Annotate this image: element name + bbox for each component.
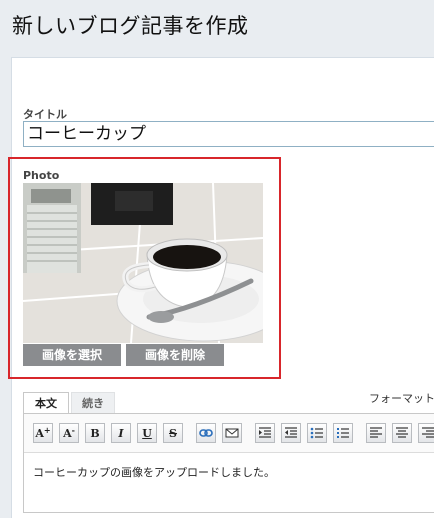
strikethrough-icon[interactable]: S: [163, 423, 183, 443]
font-size-increase-icon[interactable]: A +: [33, 423, 53, 443]
page-title: 新しいブログ記事を作成: [12, 14, 249, 38]
editor-toolbar: A + A- B I U S: [24, 414, 434, 453]
italic-icon[interactable]: I: [111, 423, 131, 443]
title-label: タイトル: [23, 108, 67, 121]
underline-icon[interactable]: U: [137, 423, 157, 443]
bold-icon[interactable]: B: [85, 423, 105, 443]
bulleted-list-icon[interactable]: [307, 423, 327, 443]
format-label: フォーマット:: [369, 392, 434, 405]
align-right-icon[interactable]: [418, 423, 434, 443]
align-center-icon[interactable]: [392, 423, 412, 443]
editor-body-text[interactable]: コーヒーカップの画像をアップロードしました。: [33, 464, 275, 480]
rich-text-editor: A + A- B I U S コーヒーカップの画像をアップロードしました。: [23, 413, 434, 513]
outdent-icon[interactable]: [281, 423, 301, 443]
tab-continue[interactable]: 続き: [71, 392, 115, 414]
delete-image-button[interactable]: 画像を削除: [126, 344, 224, 366]
link-icon[interactable]: [196, 423, 216, 443]
photo-label: Photo: [23, 169, 60, 182]
font-size-decrease-icon[interactable]: A-: [59, 423, 79, 443]
title-input[interactable]: [23, 121, 434, 147]
align-left-icon[interactable]: [366, 423, 386, 443]
photo-preview: [23, 183, 263, 343]
numbered-list-icon[interactable]: [333, 423, 353, 443]
tab-body[interactable]: 本文: [23, 392, 69, 414]
indent-icon[interactable]: [255, 423, 275, 443]
select-image-button[interactable]: 画像を選択: [23, 344, 121, 366]
email-icon[interactable]: [222, 423, 242, 443]
